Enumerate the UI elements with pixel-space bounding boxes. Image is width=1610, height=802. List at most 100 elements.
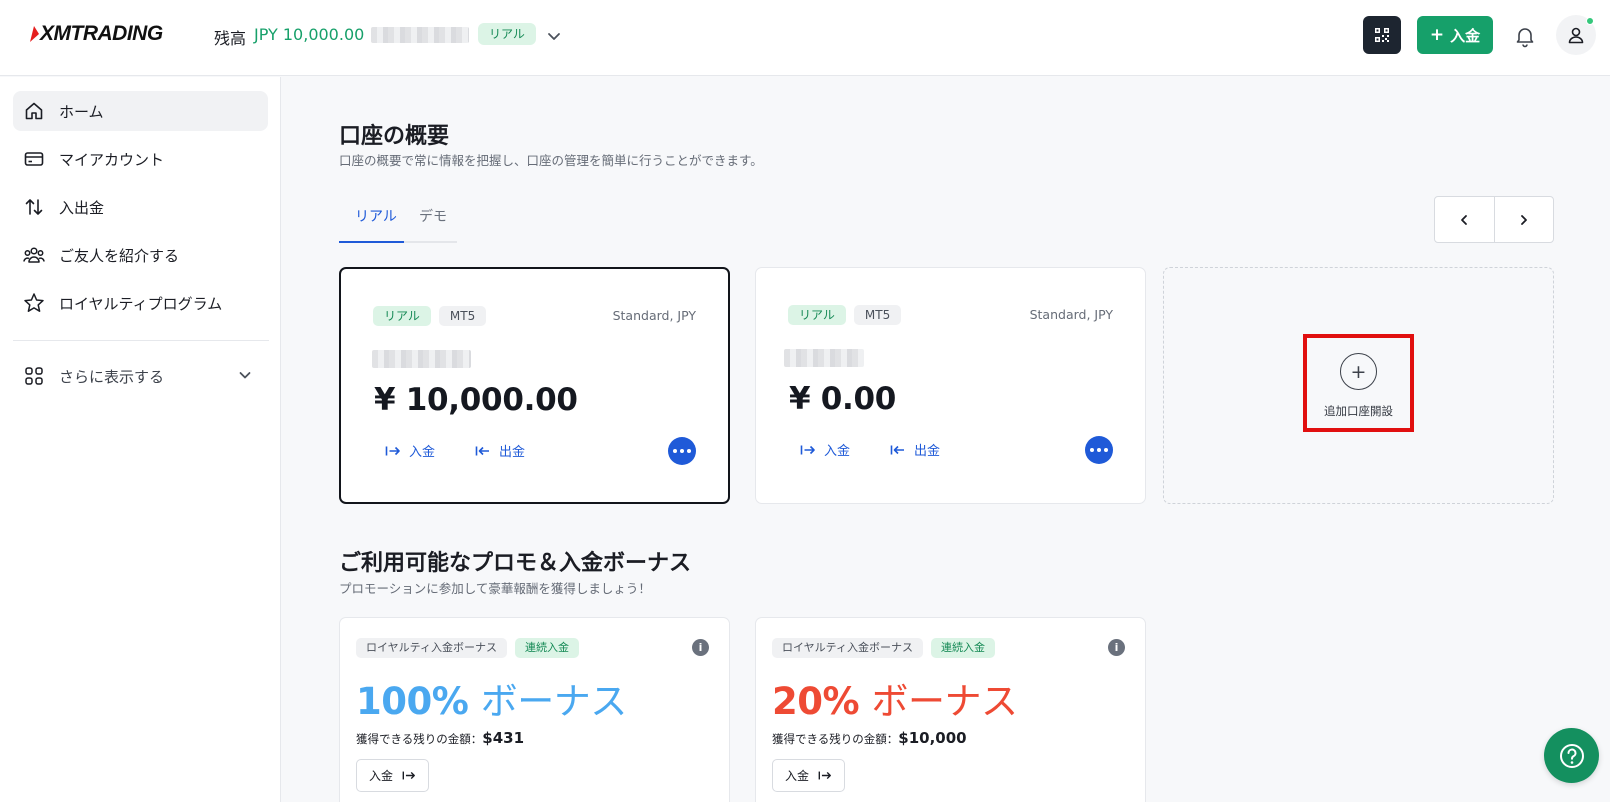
notification-bell-icon[interactable] — [1513, 24, 1537, 48]
account-tabs: リアル デモ — [339, 198, 457, 243]
balance-value: JPY 10,000.00 — [254, 25, 365, 44]
account-balance: ¥ 0.00 — [789, 381, 897, 417]
promo-suffix: ボーナス — [871, 680, 1018, 723]
deposit-arrow-icon — [800, 445, 815, 454]
tab-demo[interactable]: デモ — [419, 206, 447, 226]
tab-real[interactable]: リアル — [355, 206, 397, 226]
sidebar-item-deposit-withdrawal[interactable]: 入出金 — [13, 187, 268, 227]
promo-suffix: ボーナス — [480, 680, 628, 723]
plus-icon: + — [1429, 25, 1445, 45]
remaining-value: $10,000 — [898, 729, 967, 747]
online-status-dot — [1586, 17, 1594, 25]
promo-deposit-button[interactable]: 入金 — [356, 759, 429, 792]
pager-prev-button[interactable] — [1435, 197, 1494, 242]
account-card[interactable]: リアル MT5 Standard, JPY ¥ 10,000.00 入金 出金 — [339, 267, 730, 504]
promo-type-tag: 連続入金 — [515, 638, 580, 658]
remaining-value: $431 — [482, 729, 525, 747]
account-pager — [1434, 196, 1554, 243]
card-withdraw-link[interactable]: 出金 — [475, 441, 525, 460]
sidebar: ホーム マイアカウント 入出金 ご友人を紹介する ロイヤルティプログラム さらに… — [0, 77, 281, 802]
deposit-button-label: 入金 — [1450, 26, 1481, 45]
promo-remaining: 獲得できる残りの金額：$10,000 — [772, 729, 967, 747]
sidebar-divider — [13, 340, 269, 341]
qr-code-icon — [1375, 28, 1389, 42]
account-currency-type: Standard, JPY — [1029, 307, 1113, 322]
show-more-label: さらに表示する — [59, 367, 165, 386]
card-deposit-link[interactable]: 入金 — [800, 440, 850, 459]
xmtrading-logo[interactable]: XMTRADING — [30, 22, 163, 46]
help-chat-button[interactable] — [1544, 728, 1599, 783]
remaining-label: 獲得できる残りの金額： — [772, 732, 899, 746]
chevron-down-icon — [236, 366, 254, 388]
promo-program-tag: ロイヤルティ入金ボーナス — [772, 638, 924, 658]
account-type-badge: リアル — [788, 305, 846, 325]
withdraw-arrow-icon — [890, 445, 905, 454]
promo-program-tag: ロイヤルティ入金ボーナス — [356, 638, 508, 658]
card-deposit-link[interactable]: 入金 — [385, 441, 435, 460]
promo-percent: 100% — [356, 680, 469, 723]
deposit-arrow-icon — [385, 446, 400, 455]
grid-icon — [23, 365, 45, 387]
blurred-account-number — [784, 349, 864, 367]
more-options-icon[interactable] — [668, 437, 696, 465]
account-balance: ¥ 10,000.00 — [374, 382, 578, 418]
sidebar-item-refer-friend[interactable]: ご友人を紹介する — [13, 235, 268, 275]
deposit-arrow-icon — [402, 771, 415, 780]
promo-deposit-button[interactable]: 入金 — [772, 759, 845, 792]
logo-text: XMTRADING — [40, 22, 163, 45]
header-deposit-button[interactable]: + 入金 — [1417, 16, 1493, 54]
platform-badge: MT5 — [853, 305, 902, 325]
info-icon[interactable]: i — [692, 639, 709, 656]
account-card[interactable]: リアル MT5 Standard, JPY ¥ 0.00 入金 出金 — [755, 267, 1146, 504]
deposit-label: 入金 — [409, 445, 436, 460]
deposit-label: 入金 — [824, 444, 851, 459]
add-account-label[interactable]: 追加口座開設 — [1303, 403, 1414, 419]
withdraw-label: 出金 — [499, 445, 526, 460]
sidebar-show-more[interactable]: さらに表示する — [13, 356, 268, 396]
blurred-account-number — [371, 27, 469, 43]
active-tab-indicator — [339, 241, 404, 243]
top-header: XMTRADING 残高 JPY 10,000.00 リアル + 入金 — [0, 0, 1610, 76]
blurred-account-number — [372, 350, 471, 368]
pager-next-button[interactable] — [1493, 197, 1554, 242]
page-subtitle: 口座の概要で常に情報を把握し、口座の管理を簡単に行うことができます。 — [339, 153, 763, 168]
card-withdraw-link[interactable]: 出金 — [890, 440, 940, 459]
promo-card: ロイヤルティ入金ボーナス 連続入金 i 100% ボーナス 獲得できる残りの金額… — [339, 617, 730, 802]
balance-label: 残高 — [214, 29, 247, 48]
account-type-badge: リアル — [478, 23, 536, 45]
withdraw-label: 出金 — [914, 444, 941, 459]
deposit-arrow-icon — [818, 771, 831, 780]
platform-badge: MT5 — [438, 306, 487, 326]
promo-card: ロイヤルティ入金ボーナス 連続入金 i 20% ボーナス 獲得できる残りの金額：… — [755, 617, 1146, 802]
help-question-icon — [1559, 743, 1584, 768]
user-icon — [1568, 27, 1584, 44]
promo-type-tag: 連続入金 — [931, 638, 996, 658]
promos-title: ご利用可能なプロモ＆入金ボーナス — [339, 551, 692, 576]
sidebar-item-my-account[interactable]: マイアカウント — [13, 139, 268, 179]
sidebar-item-label: マイアカウント — [59, 150, 165, 169]
promos-subtitle: プロモーションに参加して豪華報酬を獲得しましょう！ — [339, 581, 651, 596]
info-icon[interactable]: i — [1108, 639, 1125, 656]
promo-remaining: 獲得できる残りの金額：$431 — [356, 729, 524, 747]
star-icon — [23, 292, 45, 314]
chevron-right-icon — [1520, 214, 1527, 225]
promo-deposit-label: 入金 — [784, 769, 809, 783]
account-switcher-chevron-icon[interactable] — [544, 26, 564, 46]
chevron-left-icon — [1461, 214, 1468, 225]
sidebar-item-label: ご友人を紹介する — [59, 246, 180, 265]
card-icon — [23, 148, 45, 170]
sidebar-item-home[interactable]: ホーム — [13, 91, 268, 131]
promo-headline: 20% ボーナス — [772, 671, 1018, 725]
sidebar-item-label: 入出金 — [59, 198, 105, 217]
add-account-plus-icon[interactable]: + — [1340, 353, 1377, 390]
more-options-icon[interactable] — [1085, 436, 1113, 464]
remaining-label: 獲得できる残りの金額： — [356, 732, 483, 746]
promo-headline: 100% ボーナス — [356, 671, 627, 725]
home-icon — [23, 100, 45, 122]
transfer-arrows-icon — [23, 196, 45, 218]
qr-code-button[interactable] — [1363, 16, 1401, 54]
sidebar-item-loyalty-program[interactable]: ロイヤルティプログラム — [13, 283, 268, 323]
sidebar-item-label: ホーム — [59, 102, 104, 121]
page-title: 口座の概要 — [339, 124, 450, 149]
user-avatar-button[interactable] — [1556, 15, 1596, 55]
